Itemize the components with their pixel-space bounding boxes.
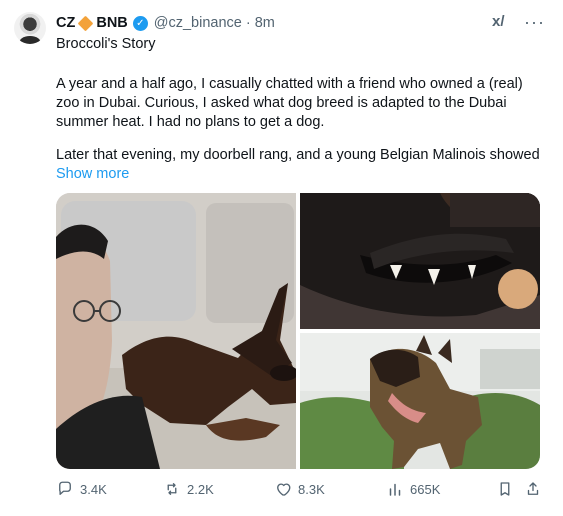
header-separator: ·: [245, 15, 251, 31]
photo-man-with-dog-on-couch-illustration: [56, 193, 296, 469]
repost-button[interactable]: 2.2K: [163, 480, 214, 498]
like-button[interactable]: 8.3K: [274, 480, 325, 498]
share-icon: [527, 482, 539, 495]
views-bars-icon: [389, 483, 401, 496]
photo-man-with-dog-on-couch[interactable]: [56, 193, 296, 469]
reply-icon: [59, 481, 71, 495]
top-right-actions: x/ ···: [492, 13, 545, 31]
post-header: CZ BNB ✓ @cz_binance · 8m: [56, 13, 275, 33]
more-icon[interactable]: ···: [524, 13, 545, 31]
photo-dog-teeth-closeup-illustration: [300, 193, 540, 329]
grok-icon[interactable]: x/: [492, 13, 510, 31]
post-paragraph-2: Later that evening, my doorbell rang, an…: [56, 147, 540, 163]
show-more-link[interactable]: Show more: [56, 166, 129, 182]
bnb-diamond-icon: [78, 15, 94, 31]
photo-dog-teeth-closeup[interactable]: [300, 193, 540, 329]
views-button[interactable]: 665K: [386, 480, 440, 498]
photo-dog-outdoors[interactable]: [300, 333, 540, 469]
author-name[interactable]: CZ: [56, 15, 75, 31]
repost-icon: [167, 483, 177, 495]
heart-icon: [277, 483, 291, 496]
like-count: 8.3K: [298, 481, 325, 497]
author-avatar[interactable]: [14, 12, 46, 44]
post-actions: 3.4K 2.2K 8.3K 665K: [56, 480, 540, 502]
post-body: A year and a half ago, I casually chatte…: [56, 75, 541, 179]
repost-count: 2.2K: [187, 481, 214, 497]
author-handle[interactable]: @cz_binance: [154, 15, 242, 31]
views-count: 665K: [410, 481, 441, 497]
post-paragraph-1: A year and a half ago, I casually chatte…: [56, 76, 523, 130]
reply-button[interactable]: 3.4K: [56, 480, 107, 498]
bookmark-button[interactable]: [496, 480, 514, 498]
author-badge-text[interactable]: BNB: [96, 15, 127, 31]
post-time[interactable]: 8m: [255, 15, 275, 31]
photo-dog-outdoors-illustration: [300, 333, 540, 469]
share-button[interactable]: [524, 480, 542, 498]
reply-count: 3.4K: [80, 481, 107, 497]
verified-icon: ✓: [132, 15, 148, 31]
bookmark-icon: [500, 482, 510, 496]
media-gallery: [56, 193, 540, 469]
post-title: Broccoli's Story: [56, 36, 156, 52]
